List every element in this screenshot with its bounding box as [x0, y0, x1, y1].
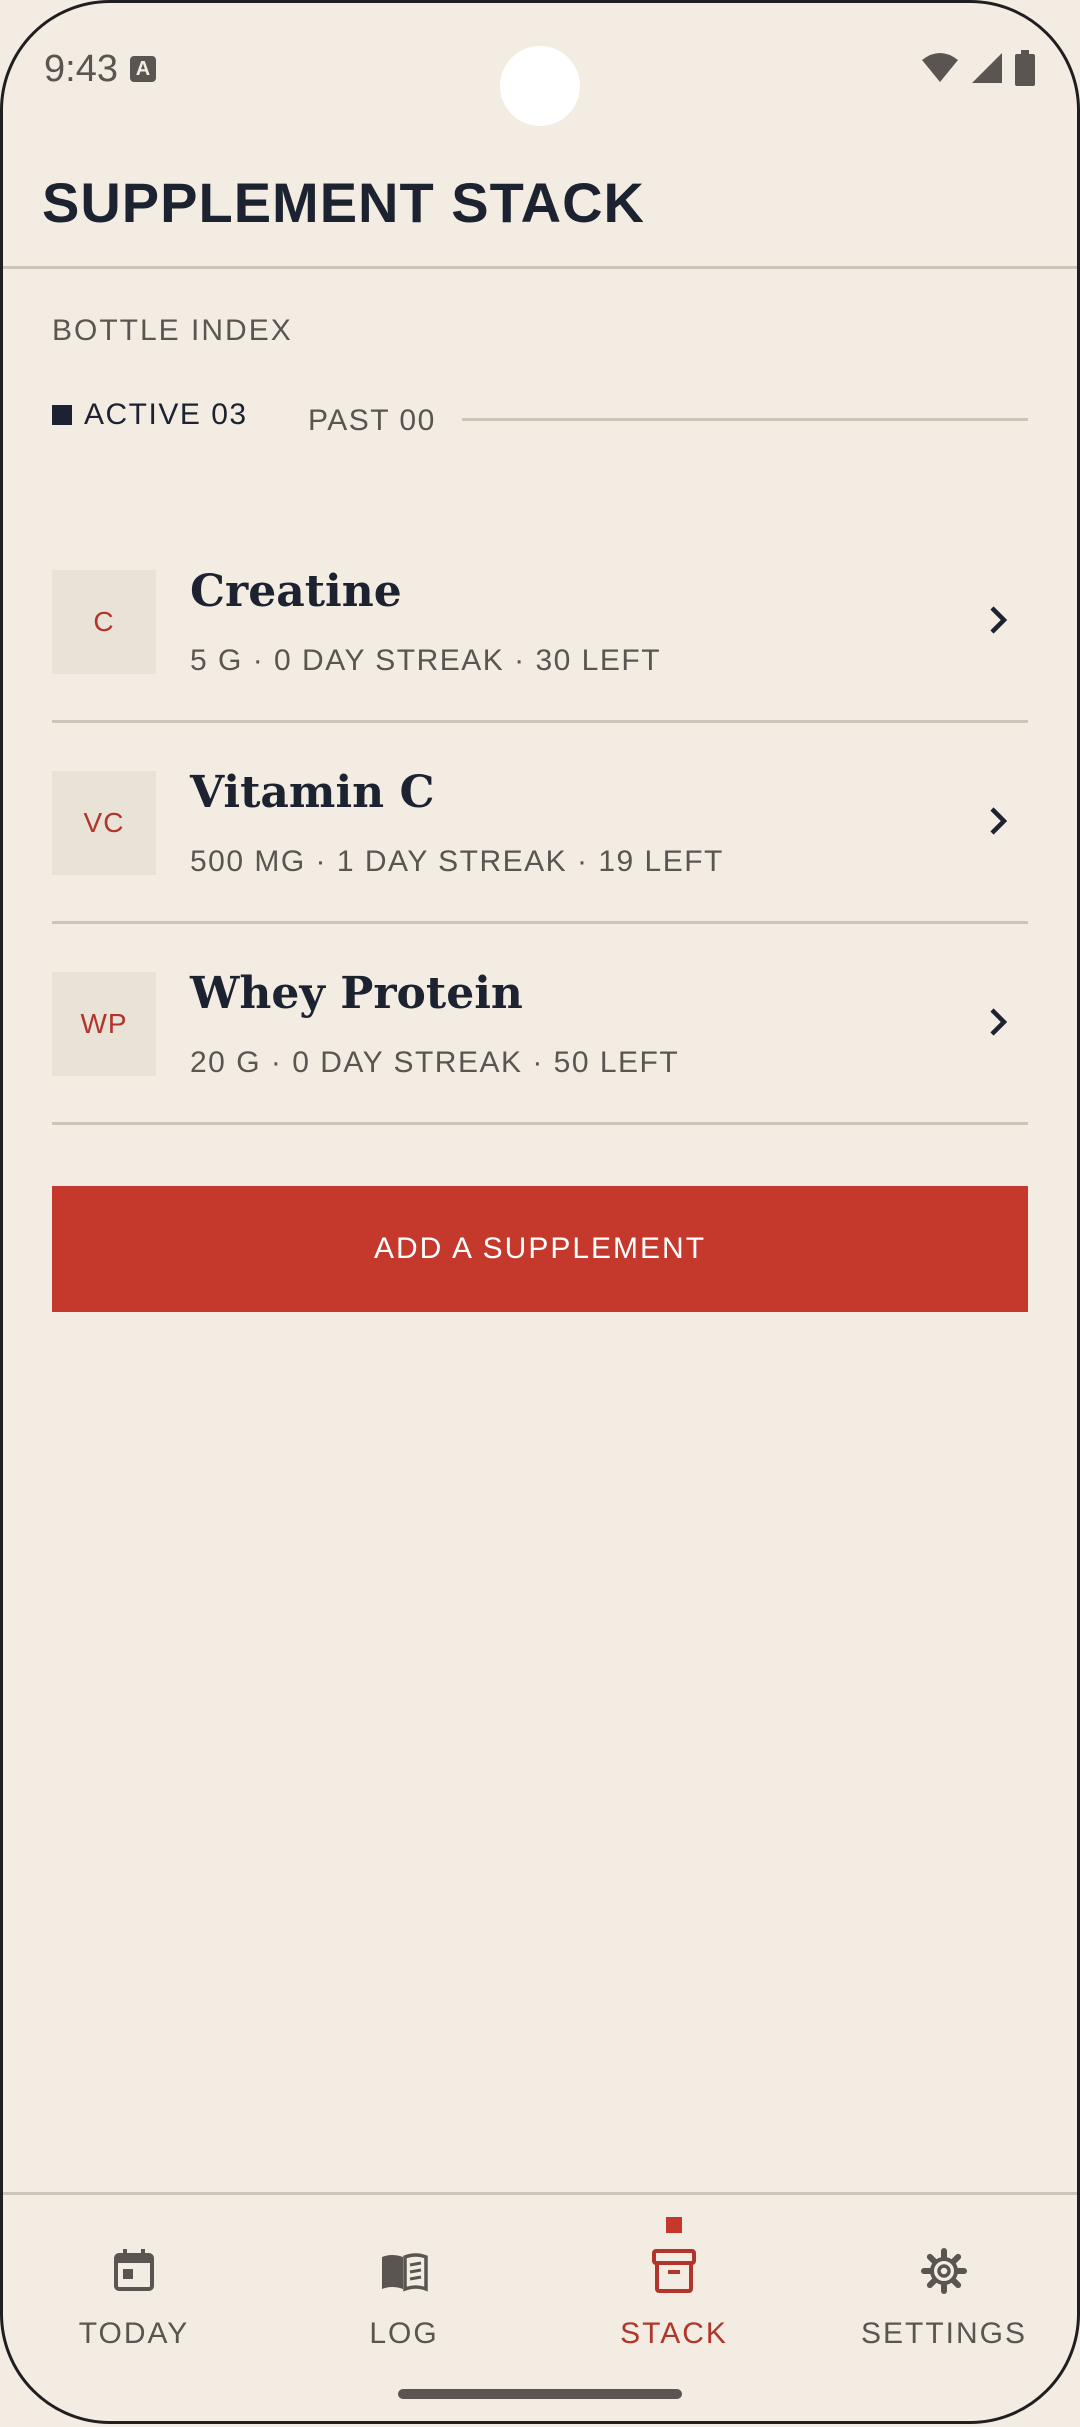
supplement-initials-badge: C: [52, 570, 156, 674]
status-time: 9:43: [44, 48, 118, 90]
archive-box-icon: [652, 2249, 696, 2293]
active-nav-indicator: [666, 2217, 682, 2233]
nav-item-today[interactable]: TODAY: [34, 2245, 234, 2351]
supplement-row-creatine[interactable]: C Creatine 5 G · 0 DAY STREAK · 30 LEFT: [52, 522, 1028, 723]
nav-label: STACK: [620, 2317, 728, 2350]
tab-active[interactable]: ACTIVE 03: [52, 398, 248, 432]
nav-item-stack[interactable]: STACK: [574, 2245, 774, 2351]
nav-label: LOG: [369, 2317, 439, 2350]
supplement-meta: 500 MG · 1 DAY STREAK · 19 LEFT: [190, 845, 724, 878]
wifi-icon: [922, 53, 958, 82]
chevron-right-icon: [990, 1008, 1008, 1036]
nav-label: TODAY: [78, 2317, 190, 2350]
keyboard-a-icon: A: [130, 56, 156, 82]
app-bar: SUPPLEMENT STACK: [0, 160, 1080, 269]
status-bar: 9:43 A: [0, 0, 1080, 140]
supplement-meta: 5 G · 0 DAY STREAK · 30 LEFT: [190, 644, 662, 677]
tab-divider: [462, 418, 1028, 421]
supplement-row-whey-protein[interactable]: WP Whey Protein 20 G · 0 DAY STREAK · 50…: [52, 924, 1028, 1125]
camera-cutout: [500, 46, 580, 126]
signal-icon: [972, 53, 1002, 83]
tab-past[interactable]: PAST 00: [308, 404, 436, 438]
supplement-list: C Creatine 5 G · 0 DAY STREAK · 30 LEFT …: [52, 522, 1028, 1125]
supplement-initials-badge: VC: [52, 771, 156, 875]
supplement-name: Whey Protein: [190, 968, 523, 1019]
tab-active-label: ACTIVE 03: [84, 398, 248, 431]
active-indicator-square: [52, 405, 72, 425]
nav-item-log[interactable]: LOG: [304, 2245, 504, 2351]
section-label: BOTTLE INDEX: [52, 314, 293, 347]
battery-icon: [1015, 50, 1035, 86]
supplement-name: Vitamin C: [190, 767, 435, 818]
supplement-name: Creatine: [190, 566, 402, 617]
chevron-right-icon: [990, 606, 1008, 634]
supplement-row-vitamin-c[interactable]: VC Vitamin C 500 MG · 1 DAY STREAK · 19 …: [52, 723, 1028, 924]
supplement-meta: 20 G · 0 DAY STREAK · 50 LEFT: [190, 1046, 680, 1079]
tab-bar: ACTIVE 03 PAST 00: [52, 398, 1028, 448]
nav-label: SETTINGS: [860, 2317, 1027, 2350]
book-icon: [382, 2253, 428, 2292]
chevron-right-icon: [990, 807, 1008, 835]
add-supplement-button[interactable]: ADD A SUPPLEMENT: [52, 1186, 1028, 1312]
status-icons: [920, 50, 1036, 86]
supplement-initials-badge: WP: [52, 972, 156, 1076]
calendar-icon: [114, 2249, 154, 2291]
gear-icon: [921, 2248, 967, 2294]
page-title: SUPPLEMENT STACK: [42, 171, 645, 234]
nav-item-settings[interactable]: SETTINGS: [844, 2245, 1044, 2351]
home-gesture-bar[interactable]: [398, 2389, 682, 2399]
